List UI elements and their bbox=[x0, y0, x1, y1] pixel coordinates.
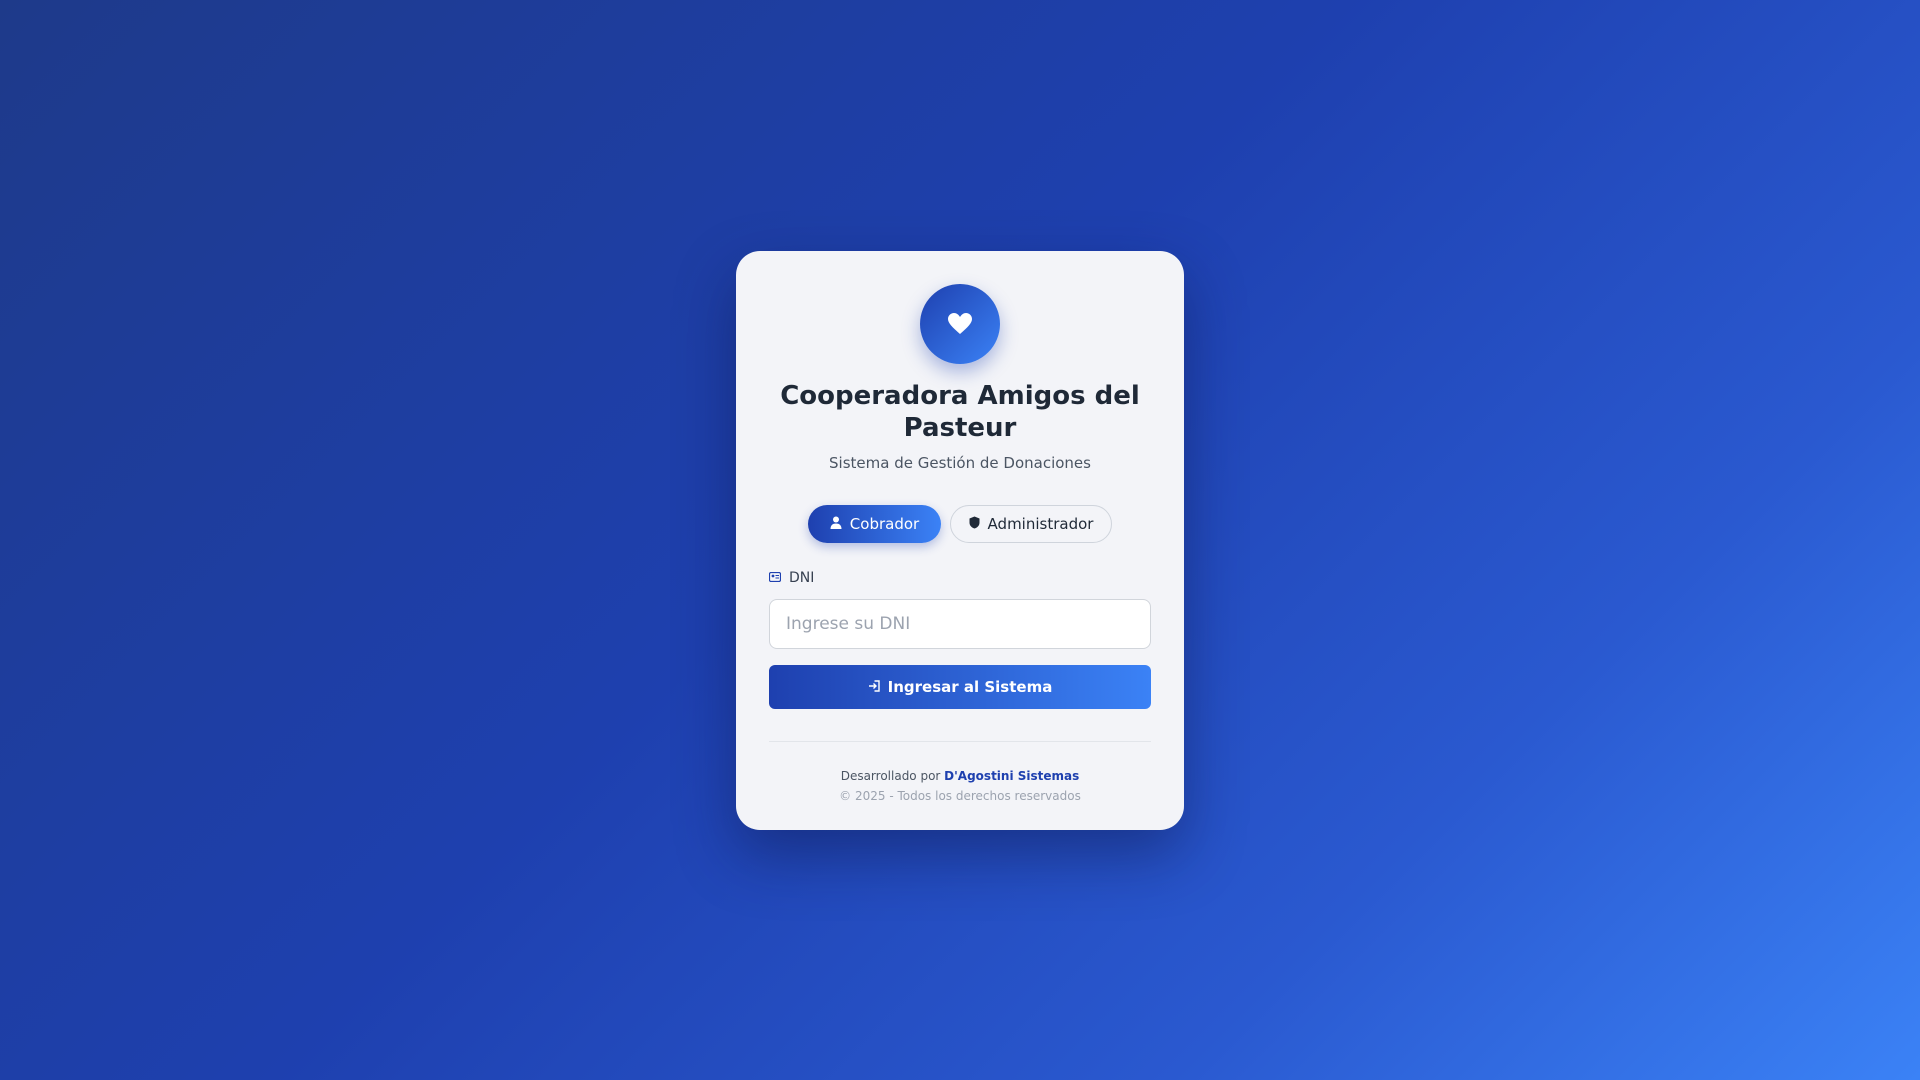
footer-divider bbox=[769, 741, 1151, 742]
role-tab-administrador[interactable]: Administrador bbox=[950, 505, 1112, 543]
page-title: Cooperadora Amigos del Pasteur bbox=[780, 381, 1140, 443]
developer-link[interactable]: D'Agostini Sistemas bbox=[944, 769, 1079, 783]
id-card-icon bbox=[768, 570, 782, 586]
heart-hands-icon bbox=[947, 312, 973, 336]
dni-label-text: DNI bbox=[789, 570, 815, 586]
login-button[interactable]: Ingresar al Sistema bbox=[769, 665, 1151, 709]
footer: Desarrollado por D'Agostini Sistemas © 2… bbox=[769, 766, 1151, 806]
user-icon bbox=[830, 515, 842, 533]
app-logo bbox=[920, 284, 1000, 364]
login-card: Cooperadora Amigos del Pasteur Sistema d… bbox=[736, 251, 1184, 830]
footer-developed-by: Desarrollado por bbox=[840, 769, 945, 783]
page-subtitle: Sistema de Gestión de Donaciones bbox=[829, 454, 1091, 472]
role-tab-label: Cobrador bbox=[849, 515, 920, 533]
footer-developer-line: Desarrollado por D'Agostini Sistemas bbox=[769, 766, 1151, 786]
dni-input[interactable] bbox=[769, 599, 1151, 649]
sign-in-icon bbox=[868, 678, 880, 696]
dni-label: DNI bbox=[768, 569, 1151, 587]
role-tab-cobrador[interactable]: Cobrador bbox=[808, 505, 941, 543]
footer-copyright: © 2025 - Todos los derechos reservados bbox=[839, 789, 1081, 803]
login-button-label: Ingresar al Sistema bbox=[887, 678, 1053, 696]
role-selector: Cobrador Administrador bbox=[769, 505, 1151, 543]
role-tab-label: Administrador bbox=[987, 515, 1094, 533]
shield-icon bbox=[969, 515, 980, 533]
